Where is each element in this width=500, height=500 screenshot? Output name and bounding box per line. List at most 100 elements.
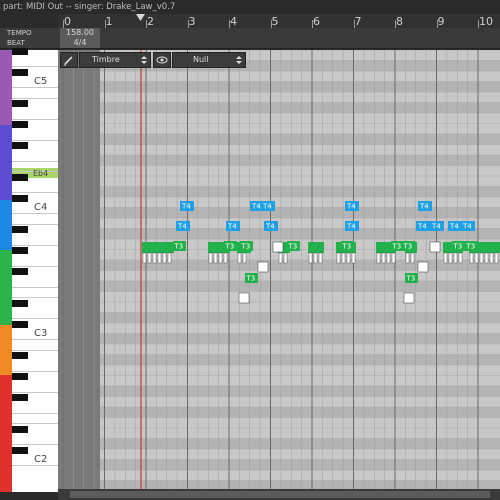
phoneme-box[interactable] [223, 252, 228, 264]
piano-roll[interactable]: T3 T3 T3 T3 T3 T3 T3 T3 T3 T3 T3 T4 T4 T4 T4 T4 T4 T4 T4 T4… [58, 50, 500, 490]
pitch-row [100, 417, 500, 428]
phoneme-box[interactable] [479, 252, 484, 264]
phoneme-box[interactable] [410, 252, 415, 264]
key-divider [12, 223, 58, 225]
tag-t4-label: T4 [417, 223, 427, 231]
phoneme-box[interactable] [376, 252, 381, 264]
phoneme-box[interactable] [346, 252, 351, 264]
tag-t4-label: T4 [181, 203, 191, 211]
phoneme-box[interactable] [391, 252, 396, 264]
phoneme-box[interactable] [443, 252, 448, 264]
lyric-box[interactable] [417, 261, 429, 273]
tag-t4-label: T4 [346, 203, 356, 211]
tempo-value[interactable]: 158.00 [60, 28, 100, 38]
tag-t3-label: T3 [403, 243, 413, 251]
pitch-row [100, 438, 500, 449]
black-key[interactable] [12, 352, 28, 359]
tag-t3-label: T3 [174, 243, 184, 251]
lyric-box[interactable] [272, 241, 284, 253]
pitch-row [100, 449, 500, 460]
black-key[interactable] [12, 425, 28, 433]
pitch-row [100, 354, 500, 365]
phoneme-box[interactable] [208, 252, 213, 264]
black-key[interactable] [12, 173, 28, 181]
pencil-button[interactable] [60, 52, 78, 68]
phoneme-box[interactable] [351, 252, 356, 264]
view-select[interactable]: Null [172, 52, 246, 68]
beat-label: BEAT [7, 39, 25, 47]
black-key[interactable] [12, 47, 28, 55]
key-divider [12, 66, 58, 68]
pitch-row [100, 113, 500, 124]
black-key[interactable] [12, 121, 28, 128]
phoneme-box[interactable] [157, 252, 162, 264]
black-key[interactable] [12, 100, 28, 107]
key-divider [12, 349, 58, 351]
phoneme-box[interactable] [341, 252, 346, 264]
black-key[interactable] [12, 142, 28, 149]
key-divider [12, 160, 58, 162]
phoneme-box[interactable] [237, 252, 242, 264]
phoneme-box[interactable] [484, 252, 489, 264]
phoneme-box[interactable] [336, 252, 341, 264]
phoneme-box[interactable] [278, 252, 283, 264]
lyric-box[interactable] [257, 261, 269, 273]
black-key[interactable] [12, 68, 28, 76]
phoneme-box[interactable] [162, 252, 167, 264]
tag-t3-label: T3 [241, 243, 251, 251]
phoneme-box[interactable] [147, 252, 152, 264]
tag-t4-label: T4 [262, 203, 272, 211]
phoneme-box[interactable] [318, 252, 323, 264]
scrollbar-thumb[interactable] [70, 491, 490, 498]
phoneme-box[interactable] [458, 252, 463, 264]
param-select[interactable]: Timbre [79, 52, 151, 68]
pitch-zone-marker [0, 200, 12, 250]
phoneme-box[interactable] [213, 252, 218, 264]
tag-t4-label: T4 [177, 223, 187, 231]
lyric-box[interactable] [429, 241, 441, 253]
lyric-box[interactable] [403, 292, 415, 304]
note-grid[interactable]: T3 T3 T3 T3 T3 T3 T3 T3 T3T3 T3T4T4 T4T4 T4T4T4T4T4… [58, 50, 500, 490]
phoneme-box[interactable] [405, 252, 410, 264]
black-key[interactable] [12, 268, 28, 275]
phoneme-box[interactable] [152, 252, 157, 264]
black-key[interactable] [12, 320, 28, 328]
black-key[interactable] [12, 394, 28, 401]
phoneme-box[interactable] [381, 252, 386, 264]
visibility-button[interactable] [153, 52, 171, 68]
black-key[interactable] [12, 226, 28, 233]
phoneme-box[interactable] [469, 252, 474, 264]
phoneme-box[interactable] [218, 252, 223, 264]
pitch-row [100, 186, 500, 197]
phoneme-box[interactable] [474, 252, 479, 264]
piano-keyboard[interactable]: T5 C5C4C3C2Eb4 [0, 47, 58, 492]
roll-toolbar: Timbre Null [60, 52, 246, 68]
phoneme-box[interactable] [448, 252, 453, 264]
phoneme-box[interactable] [494, 252, 499, 264]
phoneme-box[interactable] [386, 252, 391, 264]
black-key[interactable] [12, 299, 28, 307]
phoneme-box[interactable] [242, 252, 247, 264]
chevron-updown-icon [236, 56, 242, 64]
phoneme-box[interactable] [283, 252, 288, 264]
phoneme-box[interactable] [489, 252, 494, 264]
key-divider [12, 87, 58, 89]
phoneme-box[interactable] [167, 252, 172, 264]
black-key[interactable] [12, 247, 28, 254]
playhead-handle-icon[interactable] [136, 14, 145, 21]
beat-value[interactable]: 4/4 [60, 38, 100, 48]
phoneme-box[interactable] [453, 252, 458, 264]
horizontal-scrollbar[interactable] [58, 489, 500, 500]
note[interactable] [308, 242, 324, 253]
note[interactable] [142, 242, 174, 253]
lyric-box[interactable] [238, 292, 250, 304]
black-key[interactable] [12, 194, 28, 202]
pitch-row [100, 281, 500, 292]
phoneme-box[interactable] [313, 252, 318, 264]
phoneme-box[interactable] [308, 252, 313, 264]
black-key[interactable] [12, 446, 28, 454]
octave-label: C3 [34, 328, 48, 339]
phoneme-box[interactable] [142, 252, 147, 264]
black-key[interactable] [12, 373, 28, 380]
tempo-bar: TEMPO 158.00 [0, 28, 500, 38]
